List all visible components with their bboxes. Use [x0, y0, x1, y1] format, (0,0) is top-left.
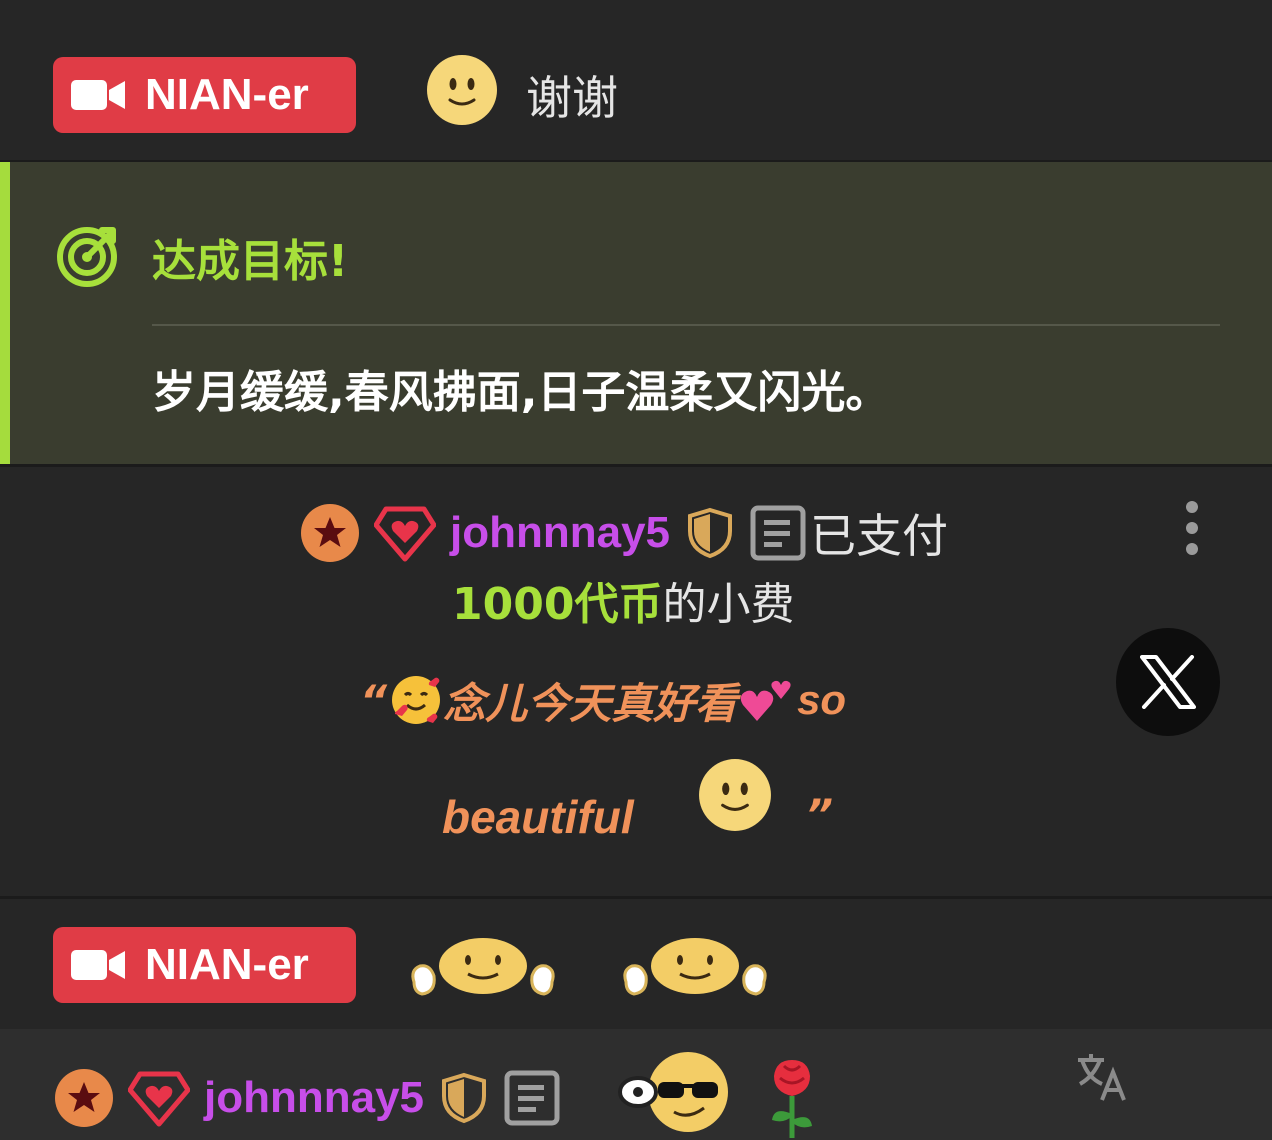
notes-icon: [750, 505, 806, 561]
tip-quote-text-3: beautiful: [442, 791, 634, 843]
quote-open-mark: “: [360, 675, 388, 725]
goal-title: 达成目标!: [152, 236, 349, 287]
tip-quote-line-1: “ 念儿今天真好看 so: [360, 670, 846, 730]
video-camera-icon: [71, 950, 125, 980]
video-camera-icon: [71, 80, 125, 110]
sunglasses-face-emoji: [618, 1052, 728, 1132]
translate-icon[interactable]: [1074, 1052, 1128, 1102]
notes-icon: [504, 1070, 560, 1126]
tip-amount-line: 1000代币的小费: [452, 568, 794, 632]
hugging-face-emoji: [623, 938, 767, 996]
shield-icon: [688, 507, 733, 559]
chat-username[interactable]: johnnnay5: [204, 1073, 424, 1123]
star-badge-icon[interactable]: [54, 1068, 114, 1128]
x-logo-icon: [1140, 655, 1196, 709]
broadcaster-name: NIAN-er: [145, 70, 309, 119]
broadcaster-badge[interactable]: NIAN-er: [53, 57, 356, 133]
tip-suffix: 的小费: [662, 579, 795, 630]
tip-paid-label: 已支付: [810, 509, 949, 563]
tipper-username[interactable]: johnnnay5: [450, 508, 670, 558]
diamond-heart-icon[interactable]: [374, 503, 436, 563]
goal-description: 岁月缓缓,春风拂面,日子温柔又闪光。: [152, 367, 890, 418]
shield-icon: [442, 1072, 487, 1124]
tip-amount: 1000代币: [452, 579, 663, 630]
broadcaster-badge[interactable]: NIAN-er: [53, 927, 356, 1003]
goal-accent-bar: [0, 162, 10, 464]
broadcaster-name: NIAN-er: [145, 940, 309, 989]
star-badge-icon[interactable]: [300, 503, 360, 563]
diamond-heart-icon[interactable]: [128, 1068, 190, 1128]
two-hearts-emoji: [740, 680, 791, 721]
tip-quote-text-2: so: [797, 676, 847, 723]
smiling-face-emoji: [699, 759, 771, 831]
smiling-face-emoji: [427, 55, 497, 125]
goal-divider: [152, 324, 1220, 326]
hugging-face-emoji: [411, 938, 555, 996]
x-share-button[interactable]: [1116, 628, 1220, 736]
target-icon: [57, 227, 117, 287]
rose-emoji: [772, 1060, 812, 1138]
tip-header: johnnnay5 已支付: [300, 500, 948, 566]
message-text: 谢谢: [526, 71, 618, 125]
user-message-header: johnnnay5: [54, 1068, 560, 1128]
quote-close-mark: ”: [806, 790, 834, 839]
smiling-hearts-emoji: [392, 676, 441, 724]
tip-quote-text-1: 念儿今天真好看: [443, 678, 738, 728]
